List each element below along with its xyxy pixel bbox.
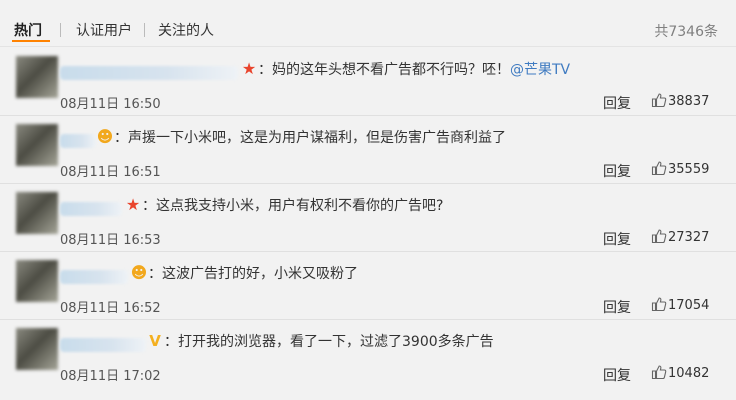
username-blurred[interactable]	[60, 270, 128, 284]
comment-text: ：妈的这年头想不看广告都不行吗？呸！@芒果TV	[258, 62, 571, 78]
avatar[interactable]	[16, 124, 58, 166]
like-count: 38837	[668, 94, 710, 109]
comment-tabs-bar: 热门 认证用户 关注的人 共7346条	[0, 0, 736, 48]
tab-verified-users[interactable]: 认证用户	[76, 21, 132, 41]
username-blurred[interactable]	[60, 338, 146, 352]
comment-date: 08月11日 17:02	[60, 369, 161, 384]
like-button[interactable]: 17054	[651, 296, 709, 313]
comment-date: 08月11日 16:52	[60, 301, 161, 316]
avatar[interactable]	[16, 260, 58, 302]
v-icon: V	[149, 332, 161, 350]
comment-item: V ：打开我的浏览器，看了一下，过滤了3900多条广告 08月11日 17:02…	[0, 320, 736, 388]
comment-text: ：这点我支持小米，用户有权利不看你的广告吧?	[142, 198, 444, 214]
avatar[interactable]	[16, 192, 58, 234]
comment-item: ★ ：这点我支持小米，用户有权利不看你的广告吧? 08月11日 16:53 回复…	[0, 184, 736, 252]
star-icon: ★	[241, 59, 257, 78]
comment-date: 08月11日 16:51	[60, 165, 161, 180]
star-icon: ★	[125, 195, 141, 214]
comment-item: ☻ ：这波广告打的好，小米又吸粉了 08月11日 16:52 回复 17054	[0, 252, 736, 320]
tab-hot[interactable]: 热门	[14, 21, 42, 41]
tab-following[interactable]: 关注的人	[158, 21, 214, 41]
smile-icon: ☻	[130, 263, 148, 282]
avatar[interactable]	[16, 328, 58, 370]
username-blurred[interactable]	[60, 202, 122, 216]
like-count: 17054	[668, 298, 710, 313]
like-button[interactable]: 35559	[651, 160, 709, 177]
comment-item: ★ ：妈的这年头想不看广告都不行吗？呸！@芒果TV 08月11日 16:50 回…	[0, 48, 736, 116]
comment-text: ：打开我的浏览器，看了一下，过滤了3900多条广告	[164, 334, 494, 350]
comment-total-count: 共7346条	[654, 24, 718, 40]
thumbs-up-icon	[651, 365, 667, 380]
comment-date: 08月11日 16:50	[60, 97, 161, 112]
comment-text: ：这波广告打的好，小米又吸粉了	[148, 266, 358, 282]
username-blurred[interactable]	[60, 66, 238, 80]
thumbs-up-icon	[651, 161, 667, 176]
like-count: 10482	[668, 366, 710, 381]
thumbs-up-icon	[651, 93, 667, 108]
tab-separator	[60, 23, 61, 37]
reply-button[interactable]: 回复	[603, 161, 631, 181]
comment-date: 08月11日 16:53	[60, 233, 161, 248]
reply-button[interactable]: 回复	[603, 93, 631, 113]
comment-item: ☻ ：声援一下小米吧，这是为用户谋福利，但是伤害广告商利益了 08月11日 16…	[0, 116, 736, 184]
active-tab-indicator	[12, 40, 50, 42]
like-count: 35559	[668, 162, 710, 177]
reply-button[interactable]: 回复	[603, 229, 631, 249]
divider	[0, 46, 736, 47]
username-blurred[interactable]	[60, 134, 96, 148]
mention-link[interactable]: @芒果TV	[510, 62, 570, 78]
avatar[interactable]	[16, 56, 58, 98]
comment-text: ：声援一下小米吧，这是为用户谋福利，但是伤害广告商利益了	[114, 130, 506, 146]
like-button[interactable]: 10482	[651, 364, 709, 381]
thumbs-up-icon	[651, 297, 667, 312]
smile-icon: ☻	[96, 127, 114, 146]
thumbs-up-icon	[651, 229, 667, 244]
reply-button[interactable]: 回复	[603, 365, 631, 385]
like-button[interactable]: 27327	[651, 228, 709, 245]
like-button[interactable]: 38837	[651, 92, 709, 109]
reply-button[interactable]: 回复	[603, 297, 631, 317]
tab-separator	[144, 23, 145, 37]
like-count: 27327	[668, 230, 710, 245]
